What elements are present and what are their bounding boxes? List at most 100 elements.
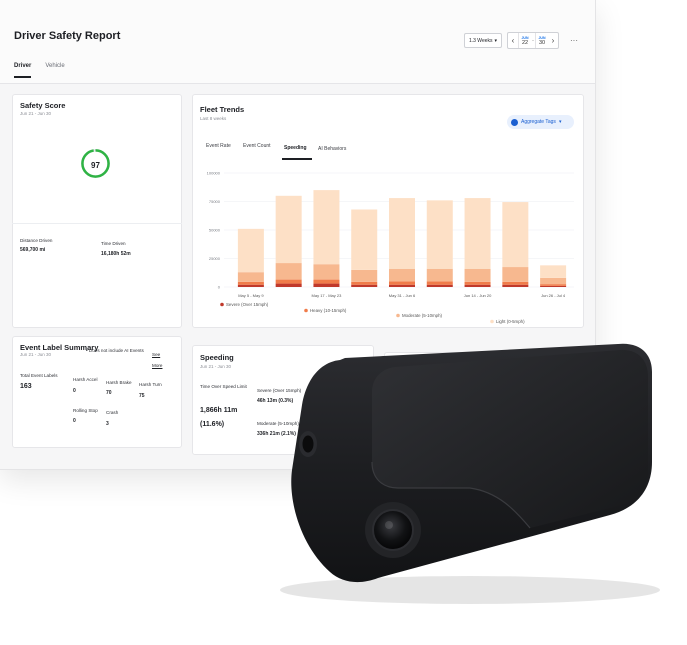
- safety-score-subtitle: Jun 21 - Jun 30: [20, 111, 52, 116]
- chart-bar-segment: [389, 284, 415, 287]
- aggregate-tags-button[interactable]: Aggregate Tags ▾: [507, 115, 574, 129]
- more-options-button[interactable]: ···: [570, 36, 578, 45]
- chart-bar-segment: [426, 200, 453, 269]
- chart-bar-segment: [313, 279, 340, 284]
- chart-bar-segment: [351, 269, 378, 282]
- chart-bar-segment: [237, 281, 264, 285]
- camera-lens-icon: [372, 509, 414, 551]
- harsh-brake-value: 70: [106, 390, 112, 396]
- total-events-value: 163: [20, 383, 32, 390]
- tab-ai-behaviors[interactable]: AI Behaviors: [318, 146, 346, 152]
- dashboard-screen: Driver Safety Report Driver Vehicle 1.3 …: [0, 0, 596, 470]
- time-driven-value: 16,180h 52m: [101, 251, 131, 257]
- chart-bar-segment: [237, 284, 264, 287]
- tab-event-rate[interactable]: Event Rate: [206, 143, 231, 149]
- harsh-turn-value: 75: [139, 393, 145, 399]
- severe-speed-value: 46h 13m (0.3%): [257, 398, 294, 404]
- y-tick-label: 25000: [209, 256, 221, 261]
- safety-score-title: Safety Score: [20, 101, 66, 110]
- chart-bar-segment: [351, 284, 378, 287]
- x-tick-label: Jun 14 - Jun 20: [464, 293, 492, 298]
- date-to[interactable]: JUN 30: [535, 33, 548, 48]
- next-card: [384, 352, 584, 456]
- speeding-chart: 100000 75000 50000 25000 0 May 5 - May 9 May 1…: [207, 171, 574, 324]
- legend-dot: [490, 319, 494, 324]
- chart-bar-segment: [540, 277, 567, 285]
- chart-bar-segment: [389, 268, 415, 282]
- distance-label: Distance Driven: [20, 238, 53, 243]
- tab-event-count[interactable]: Event Count: [243, 143, 271, 149]
- chart-bar-segment: [464, 281, 491, 285]
- chart-bar-segment: [275, 279, 302, 284]
- tab-speeding[interactable]: Speeding: [284, 145, 307, 151]
- legend-label: Severe (Over 15mph): [226, 302, 269, 307]
- harsh-accel-label: Harsh Accel: [73, 377, 98, 382]
- report-tabs: Driver Vehicle: [14, 63, 65, 78]
- chart-bar-segment: [313, 283, 340, 287]
- chart-bar-segment: [540, 284, 567, 286]
- speeding-subtitle: Jun 21 - Jun 30: [200, 364, 232, 369]
- next-range-button[interactable]: ›: [548, 33, 558, 48]
- range-select-label: 1.3 Weeks: [468, 37, 493, 44]
- prev-range-button[interactable]: ‹: [508, 33, 518, 48]
- y-tick-label: 100000: [207, 171, 221, 176]
- device-shadow: [280, 576, 660, 604]
- time-driven-label: Time Driven: [101, 241, 126, 246]
- time-over-label: Time Over Speed Limit: [200, 384, 247, 389]
- chart-bar-segment: [464, 268, 491, 282]
- time-over-value: 1,866h 11m: [200, 407, 238, 414]
- chevron-right-icon: ›: [551, 36, 555, 45]
- legend-dot: [220, 302, 224, 307]
- lens-housing: [365, 502, 421, 558]
- moderate-speed-label: Moderate (5-10mph): [257, 421, 299, 426]
- rolling-stop-label: Rolling Stop: [73, 408, 98, 413]
- tag-count-badge: [511, 118, 518, 126]
- panel-edge: [371, 461, 531, 529]
- fleet-trends-title: Fleet Trends: [200, 105, 245, 114]
- x-tick-label: May 5 - May 9: [238, 293, 264, 298]
- chart-bar-segment: [464, 284, 491, 287]
- safety-score-value: 97: [91, 161, 100, 170]
- see-more-link[interactable]: See More: [152, 349, 166, 371]
- harsh-turn-label: Harsh Turn: [139, 382, 162, 387]
- header-bar: Driver Safety Report Driver Vehicle 1.3 …: [0, 0, 595, 84]
- date-from[interactable]: JUN 22: [518, 33, 531, 48]
- event-summary-subtitle: Jun 21 - Jun 30: [20, 352, 52, 357]
- rolling-stop-value: 0: [73, 418, 76, 424]
- note-text: Does not include AI Events: [88, 348, 144, 353]
- tab-vehicle[interactable]: Vehicle: [45, 63, 64, 78]
- legend-dot: [304, 308, 308, 313]
- legend-dot: [396, 313, 400, 318]
- x-tick-label: Jun 26 - Jul 4: [541, 293, 566, 298]
- chart-bar-segment: [502, 202, 529, 268]
- chart-bar-segment: [426, 268, 453, 282]
- chart-bar-segment: [351, 281, 378, 285]
- aggregate-tags-label: Aggregate Tags: [521, 119, 556, 125]
- chevron-down-icon: ▾: [494, 37, 498, 44]
- date-range-picker: ‹ JUN 22 - JUN 30 ›: [507, 32, 559, 49]
- tab-driver[interactable]: Driver: [14, 63, 32, 78]
- chart-bar-segment: [502, 284, 529, 287]
- y-tick-label: 0: [218, 285, 221, 290]
- distance-value: 569,700 mi: [20, 247, 46, 253]
- chart-bar-segment: [389, 281, 415, 285]
- chart-bar-segment: [275, 283, 302, 287]
- legend-label: Light (0-5mph): [496, 319, 525, 324]
- page-title: Driver Safety Report: [14, 30, 121, 42]
- time-over-pct: (11.6%): [200, 421, 225, 428]
- crash-label: Crash: [106, 410, 119, 415]
- harsh-brake-label: Harsh Brake: [106, 380, 132, 385]
- stage: Driver Safety Report Driver Vehicle 1.3 …: [0, 0, 687, 645]
- chart-bar-segment: [426, 284, 453, 287]
- date-from-day: 22: [521, 39, 529, 46]
- range-select[interactable]: 1.3 Weeks ▾: [464, 33, 502, 48]
- chart-bar-segment: [540, 265, 567, 278]
- active-tab-indicator: [282, 158, 312, 160]
- chart-bar-segment: [502, 281, 529, 285]
- severe-speed-label: Severe (Over 15mph): [257, 388, 302, 393]
- speeding-title: Speeding: [200, 353, 234, 362]
- chart-bar-segment: [313, 190, 340, 265]
- y-tick-label: 75000: [209, 199, 221, 204]
- chart-bar-segment: [275, 263, 302, 280]
- chart-bar-segment: [313, 264, 340, 280]
